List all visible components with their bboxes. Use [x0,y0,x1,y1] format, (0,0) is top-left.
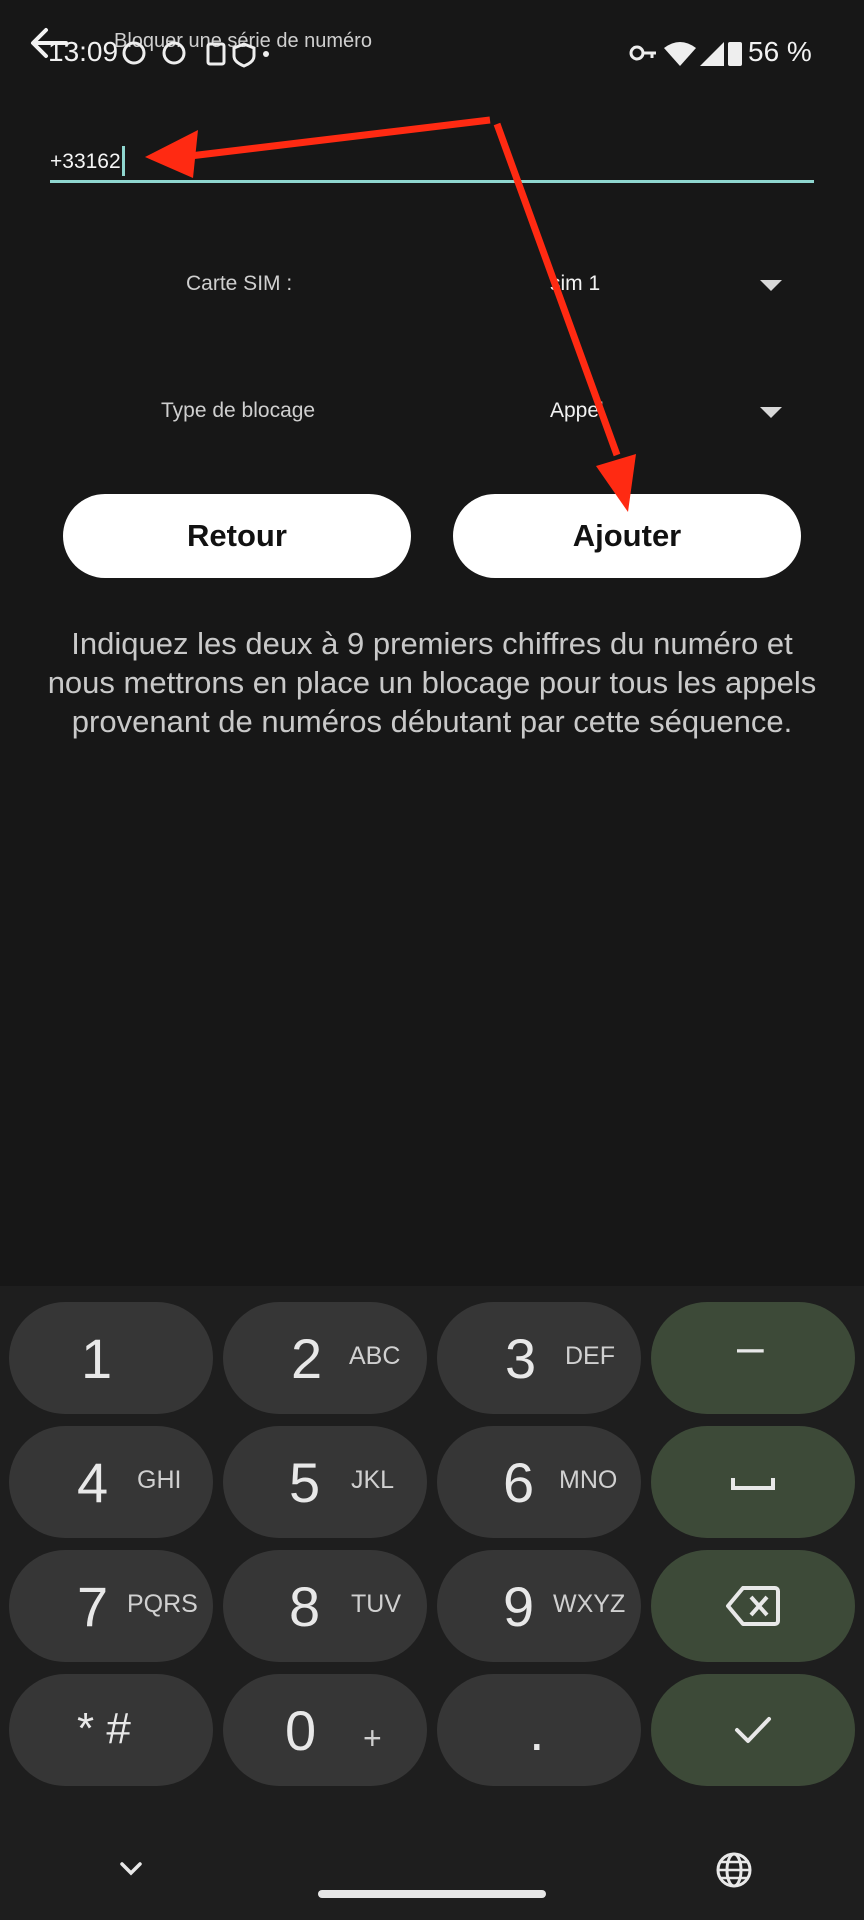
key-digit: 4 [77,1451,109,1514]
backspace-key[interactable] [651,1550,855,1662]
block-type-label: Type de blocage [161,399,316,422]
key-letters: JKL [351,1466,395,1494]
key-2[interactable]: 2 ABC [223,1302,427,1414]
chevron-down-icon [760,407,782,418]
key-letters: GHI [137,1466,182,1494]
space-icon [731,1478,775,1490]
key-digit: 2 [291,1327,323,1390]
minus-icon: – [737,1321,764,1374]
sim-card-dropdown[interactable]: sim 1 [540,258,790,308]
key-3[interactable]: 3 DEF [437,1302,641,1414]
block-type-value: Appel [550,399,604,422]
text-cursor [122,146,125,176]
key-digit: 3 [505,1327,537,1390]
key-7[interactable]: 7 PQRS [9,1550,213,1662]
chevron-down-icon [760,280,782,291]
minus-key[interactable]: – [651,1302,855,1414]
key-dot[interactable]: . [437,1674,641,1786]
info-text: Indiquez les deux à 9 premiers chiffres … [47,626,817,739]
key-0[interactable]: 0 + [223,1674,427,1786]
key-letters: PQRS [127,1590,198,1618]
key-6[interactable]: 6 MNO [437,1426,641,1538]
key-4[interactable]: 4 GHI [9,1426,213,1538]
key-letters: TUV [351,1590,401,1618]
add-button[interactable]: Ajouter [453,494,801,578]
block-type-dropdown[interactable]: Appel [540,385,790,435]
hide-keyboard-chevron-icon[interactable] [116,1856,146,1880]
system-status-icons [629,42,742,66]
key-digit: 6 [503,1451,535,1514]
key-digit: * # [77,1704,131,1753]
sim-card-value: sim 1 [550,272,601,295]
key-9[interactable]: 9 WXYZ [437,1550,641,1662]
number-prefix-input[interactable] [50,140,814,182]
check-icon [735,1717,771,1743]
backspace-icon [726,1586,780,1626]
notification-icons [122,41,269,68]
key-1[interactable]: 1 [9,1302,213,1414]
key-letters: ABC [349,1342,401,1370]
key-digit: 1 [81,1327,113,1390]
key-letters: WXYZ [553,1590,626,1618]
key-digit: 7 [77,1575,109,1638]
key-digit: 8 [289,1575,321,1638]
back-button[interactable]: Retour [63,494,411,578]
key-digit: 5 [289,1451,321,1514]
confirm-key[interactable] [651,1674,855,1786]
key-star-hash[interactable]: * # [9,1674,213,1786]
key-letters: DEF [565,1342,615,1370]
sim-card-label: Carte SIM : [186,272,293,295]
space-key[interactable] [651,1426,855,1538]
key-digit: 9 [503,1575,535,1638]
key-digit: 0 [285,1699,317,1762]
battery-percent: 56 % [748,36,812,67]
number-prefix-value: +33162 [50,150,121,173]
key-letters: + [363,1720,382,1756]
home-indicator[interactable] [318,1890,546,1898]
key-digit: . [529,1699,545,1762]
key-letters: MNO [559,1466,618,1494]
key-8[interactable]: 8 TUV [223,1550,427,1662]
globe-icon[interactable] [714,1850,754,1890]
input-underline [50,180,814,183]
status-time: 13:09 [48,36,119,67]
key-5[interactable]: 5 JKL [223,1426,427,1538]
